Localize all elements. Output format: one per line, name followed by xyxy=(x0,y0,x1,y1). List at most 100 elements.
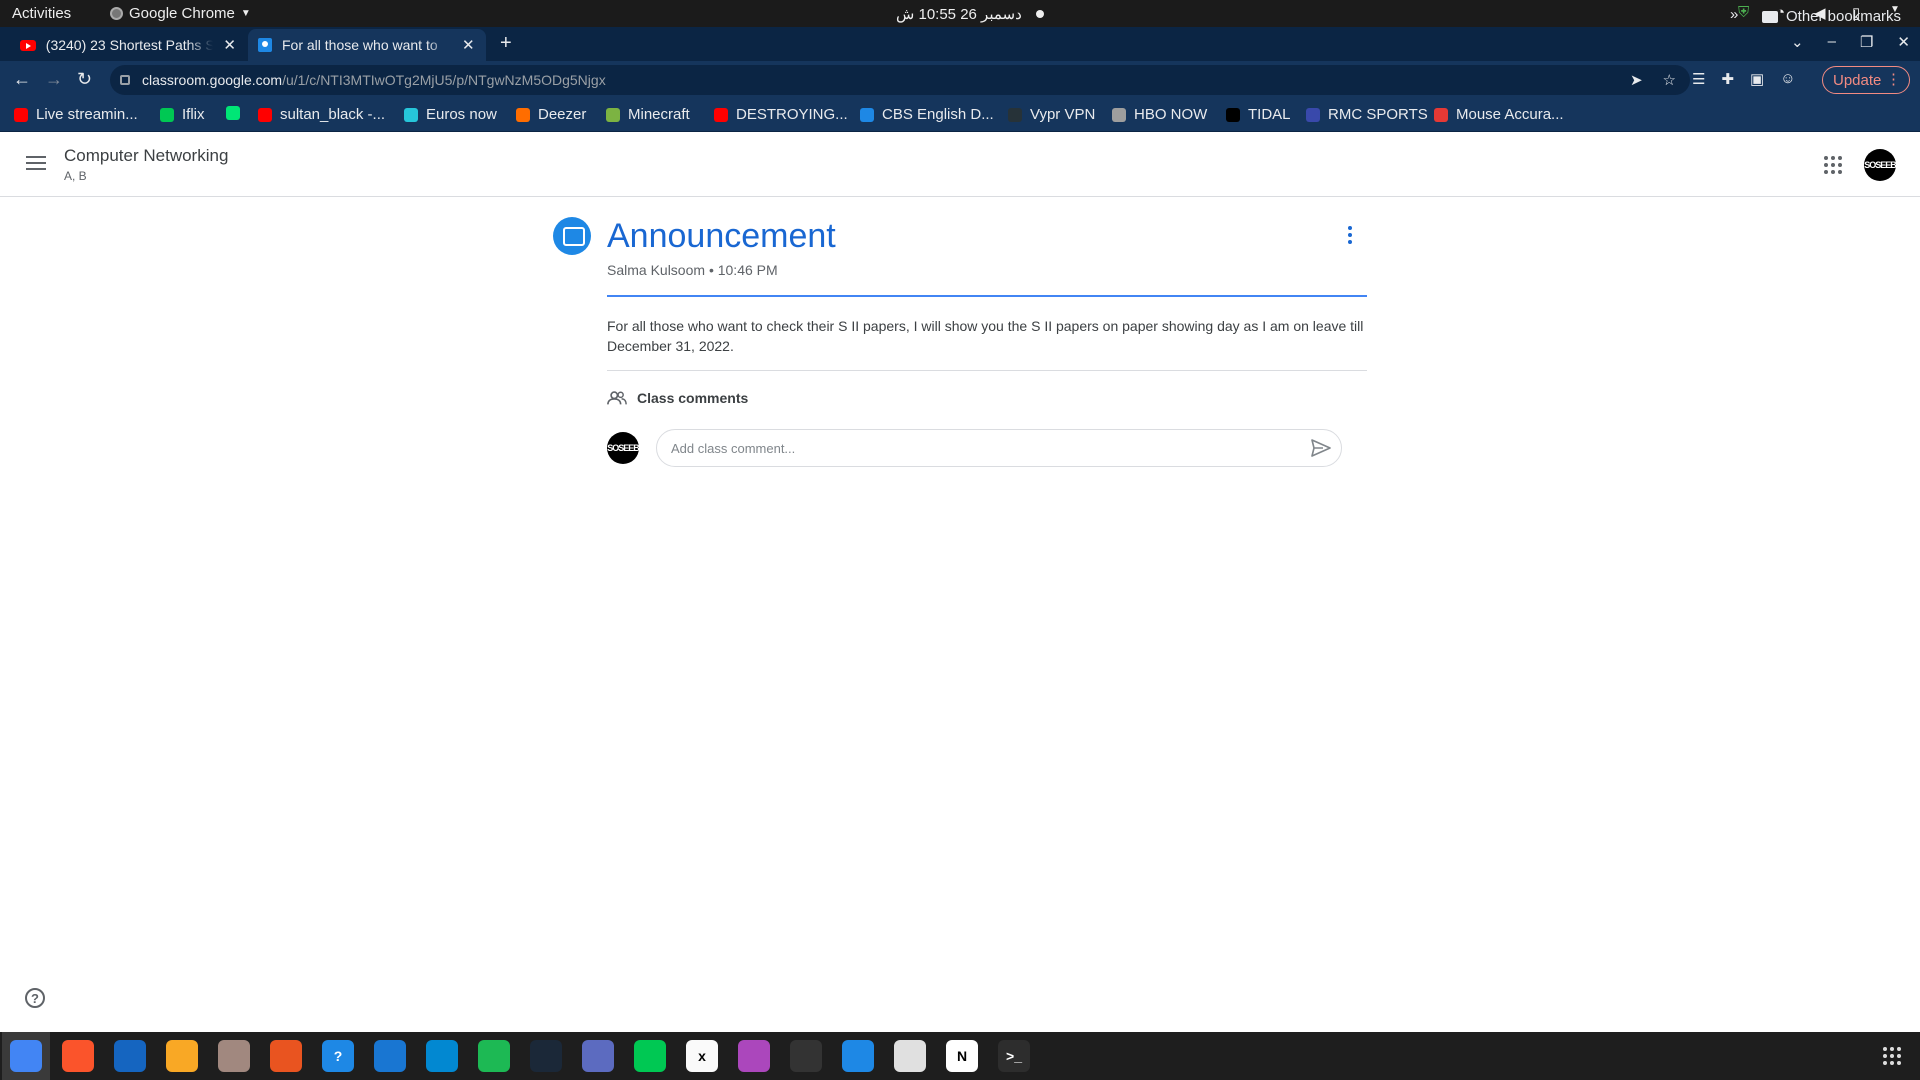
avatar[interactable]: SOSEEB xyxy=(1864,149,1897,181)
profile-icon[interactable]: ☺ xyxy=(1780,70,1795,88)
comment-input[interactable] xyxy=(671,438,1271,458)
puzzle-icon[interactable]: ✚ xyxy=(1721,70,1734,88)
bookmark-item[interactable]: Minecraft xyxy=(606,106,690,123)
tab-classroom[interactable]: For all those who want to ✕ xyxy=(248,29,486,61)
close-window-icon[interactable]: ✕ xyxy=(1897,33,1910,51)
menu-icon[interactable] xyxy=(26,156,46,170)
rhythmbox-icon[interactable] xyxy=(166,1040,198,1072)
bookmark-item[interactable]: Live streamin... xyxy=(14,106,138,123)
maximize-icon[interactable]: ❐ xyxy=(1860,33,1873,51)
youtube-icon xyxy=(20,39,36,51)
shield-icon[interactable]: ⛨ xyxy=(1738,4,1754,21)
other-bookmarks[interactable]: Other bookmarks xyxy=(1762,8,1901,25)
bookmark-favicon-icon xyxy=(860,107,874,122)
commenter-avatar: SOSEEB xyxy=(607,432,640,464)
url-text[interactable]: classroom.google.com/u/1/c/NTI3MTIwOTg2M… xyxy=(142,72,606,88)
folder-icon xyxy=(1762,10,1778,23)
thunderbird-icon[interactable] xyxy=(114,1040,146,1072)
spotify-icon[interactable] xyxy=(478,1040,510,1072)
bookmark-label: Vypr VPN xyxy=(1030,106,1096,123)
clock[interactable]: دسمبر 26 10:55 ش xyxy=(896,5,1022,23)
video-icon[interactable] xyxy=(738,1040,770,1072)
more-vert-icon[interactable]: ⋮ xyxy=(1886,70,1901,88)
bookmark-item[interactable]: RMC SPORTS xyxy=(1306,106,1428,123)
screenshot-icon[interactable] xyxy=(582,1040,614,1072)
bookmark-item[interactable]: Iflix xyxy=(160,106,205,123)
bookmark-item[interactable]: DESTROYING... xyxy=(714,106,848,123)
bookmark-label: sultan_black -... xyxy=(280,106,386,123)
more-vert-icon[interactable] xyxy=(1348,226,1352,244)
bookmark-favicon-icon xyxy=(160,107,174,122)
announcement-icon xyxy=(553,217,591,255)
forward-arrow-icon[interactable]: → xyxy=(45,69,63,90)
bookmark-label: RMC SPORTS xyxy=(1328,106,1428,123)
other-bookmarks-label: Other bookmarks xyxy=(1786,8,1902,25)
obs-icon[interactable] xyxy=(790,1040,822,1072)
xournal-icon[interactable]: x xyxy=(686,1040,718,1072)
software-icon[interactable] xyxy=(270,1040,302,1072)
show-applications-icon[interactable] xyxy=(1883,1047,1901,1065)
bookmark-favicon-icon xyxy=(1112,107,1126,122)
tab-strip: (3240) 23 Shortest Paths S ✕ For all tho… xyxy=(0,27,1920,61)
app-menu[interactable]: Google Chrome ▼ xyxy=(110,5,251,22)
google-apps-icon[interactable] xyxy=(1824,156,1842,174)
help-icon[interactable]: ? xyxy=(25,988,45,1008)
bookmark-item[interactable]: CBS English D... xyxy=(860,106,994,123)
author-name: Salma Kulsoom xyxy=(607,262,706,278)
tab-search-icon[interactable]: ⌄ xyxy=(1791,33,1804,51)
bookmark-label: Minecraft xyxy=(628,106,690,123)
database-icon[interactable]: ☰ xyxy=(1692,70,1705,88)
bookmark-item[interactable]: Euros now xyxy=(404,106,497,123)
minimize-icon[interactable]: – xyxy=(1828,33,1836,51)
update-label: Update xyxy=(1833,71,1882,89)
chrome-icon xyxy=(110,7,123,20)
activities-button[interactable]: Activities xyxy=(12,5,71,22)
reload-icon[interactable]: ↻ xyxy=(77,69,92,90)
bookmark-label: Iflix xyxy=(182,106,205,123)
dock-glyph: x xyxy=(698,1048,706,1064)
bookmark-label: TIDAL xyxy=(1248,106,1291,123)
lock-icon[interactable] xyxy=(120,75,130,85)
dock: ? x N >_ xyxy=(0,1032,1920,1080)
steam-icon[interactable] xyxy=(530,1040,562,1072)
send-icon[interactable] xyxy=(1311,439,1331,457)
brave-icon[interactable] xyxy=(62,1040,94,1072)
bookmark-item[interactable] xyxy=(226,106,248,120)
back-arrow-icon[interactable]: ← xyxy=(13,69,31,90)
terminal-ide-icon[interactable] xyxy=(634,1040,666,1072)
star-icon[interactable]: ☆ xyxy=(1663,71,1676,89)
bookmark-item[interactable]: HBO NOW xyxy=(1112,106,1207,123)
vscode-icon[interactable] xyxy=(426,1040,458,1072)
bookmark-favicon-icon xyxy=(1226,107,1240,122)
terminal-icon[interactable]: >_ xyxy=(998,1040,1030,1072)
course-name[interactable]: Computer Networking xyxy=(64,146,228,166)
bookmark-item[interactable]: sultan_black -... xyxy=(258,106,385,123)
document-viewer-icon[interactable] xyxy=(894,1040,926,1072)
bookmark-label: Mouse Accura... xyxy=(1456,106,1564,123)
update-button[interactable]: Update ⋮ xyxy=(1822,66,1910,94)
browser-toolbar: ← → ↻ classroom.google.com/u/1/c/NTI3MTI… xyxy=(0,61,1920,98)
bookmark-item[interactable]: Vypr VPN xyxy=(1008,106,1095,123)
chrome-icon[interactable] xyxy=(10,1040,42,1072)
help-icon[interactable]: ? xyxy=(322,1040,354,1072)
notion-icon[interactable]: N xyxy=(946,1040,978,1072)
bookmark-item[interactable]: TIDAL xyxy=(1226,106,1291,123)
bookmark-label: HBO NOW xyxy=(1134,106,1208,123)
new-tab-button[interactable]: + xyxy=(500,32,512,55)
writer-icon[interactable] xyxy=(374,1040,406,1072)
announcement-title: Announcement xyxy=(607,217,836,255)
send-tab-icon[interactable]: ➤ xyxy=(1630,71,1643,89)
meta-separator: • xyxy=(708,262,718,278)
close-icon[interactable]: ✕ xyxy=(462,36,475,54)
bookmark-item[interactable]: Deezer xyxy=(516,106,586,123)
files-icon[interactable] xyxy=(218,1040,250,1072)
comment-box[interactable] xyxy=(656,429,1342,467)
bookmarks-overflow-icon[interactable]: » xyxy=(1730,6,1738,23)
close-icon[interactable]: ✕ xyxy=(223,36,236,54)
announcement-body: For all those who want to check their S … xyxy=(607,318,1364,354)
side-panel-icon[interactable]: ▣ xyxy=(1750,70,1764,88)
tab-youtube[interactable]: (3240) 23 Shortest Paths S ✕ xyxy=(10,29,246,61)
bookmark-item[interactable]: Mouse Accura... xyxy=(1434,106,1564,123)
editor-icon[interactable] xyxy=(842,1040,874,1072)
address-bar[interactable]: classroom.google.com/u/1/c/NTI3MTIwOTg2M… xyxy=(110,65,1690,95)
